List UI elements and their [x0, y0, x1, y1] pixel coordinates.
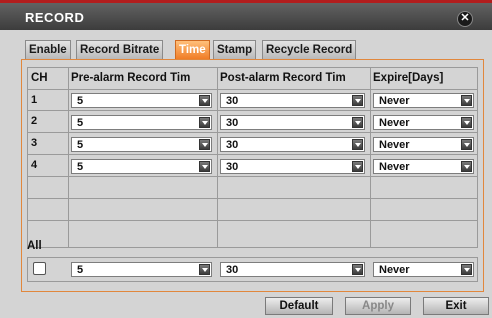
post-alarm-select[interactable]: 30 [220, 159, 365, 174]
pre-alarm-select[interactable]: 5 [71, 159, 212, 174]
post-alarm-select[interactable]: 30 [220, 93, 365, 108]
chevron-down-icon[interactable] [199, 139, 210, 150]
all-expire-select[interactable]: Never [373, 262, 474, 277]
chevron-down-icon[interactable] [461, 139, 472, 150]
all-pre-alarm-select[interactable]: 5 [71, 262, 212, 277]
tab-stamp[interactable]: Stamp [213, 40, 257, 59]
exit-button[interactable]: Exit [423, 297, 489, 315]
tab-enable[interactable]: Enable [25, 40, 71, 59]
time-panel: CH Pre-alarm Record Tim Post-alarm Recor… [21, 59, 484, 292]
expire-select[interactable]: Never [373, 159, 474, 174]
header-pre-alarm: Pre-alarm Record Tim [71, 72, 191, 84]
chevron-down-icon[interactable] [352, 139, 363, 150]
chevron-down-icon[interactable] [199, 95, 210, 106]
close-icon[interactable]: ✕ [457, 11, 473, 27]
chevron-down-icon[interactable] [461, 264, 472, 275]
expire-select[interactable]: Never [373, 137, 474, 152]
chevron-down-icon[interactable] [199, 264, 210, 275]
channel-number: 1 [31, 94, 38, 106]
header-ch: CH [31, 72, 48, 84]
channel-number: 2 [31, 115, 38, 127]
channel-number: 4 [31, 159, 38, 171]
expire-select[interactable]: Never [373, 115, 474, 130]
chevron-down-icon[interactable] [352, 264, 363, 275]
header-expire: Expire[Days] [373, 72, 444, 84]
chevron-down-icon[interactable] [199, 161, 210, 172]
pre-alarm-select[interactable]: 5 [71, 93, 212, 108]
expire-select[interactable]: Never [373, 93, 474, 108]
record-dialog: RECORD ✕ Enable Record Bitrate Time Stam… [0, 0, 492, 318]
post-alarm-select[interactable]: 30 [220, 115, 365, 130]
all-checkbox[interactable] [33, 262, 46, 275]
header-post-alarm: Post-alarm Record Tim [220, 72, 346, 84]
chevron-down-icon[interactable] [352, 161, 363, 172]
tab-recycle-record[interactable]: Recycle Record [262, 40, 357, 59]
chevron-down-icon[interactable] [352, 117, 363, 128]
chevron-down-icon[interactable] [199, 117, 210, 128]
channel-number: 3 [31, 137, 38, 149]
pre-alarm-select[interactable]: 5 [71, 137, 212, 152]
chevron-down-icon[interactable] [461, 95, 472, 106]
post-alarm-select[interactable]: 30 [220, 137, 365, 152]
pre-alarm-select[interactable]: 5 [71, 115, 212, 130]
tab-record-bitrate[interactable]: Record Bitrate [76, 40, 164, 59]
record-time-table: CH Pre-alarm Record Tim Post-alarm Recor… [27, 67, 478, 248]
chevron-down-icon[interactable] [352, 95, 363, 106]
default-button[interactable]: Default [265, 297, 333, 315]
tab-time[interactable]: Time [175, 40, 210, 59]
all-post-alarm-select[interactable]: 30 [220, 262, 365, 277]
all-channels-row: 5 30 Never [27, 257, 478, 282]
chevron-down-icon[interactable] [461, 161, 472, 172]
all-label: All [27, 240, 42, 252]
title-bar: RECORD ✕ [0, 0, 492, 30]
window-title: RECORD [25, 10, 85, 25]
chevron-down-icon[interactable] [461, 117, 472, 128]
apply-button[interactable]: Apply [345, 297, 411, 315]
